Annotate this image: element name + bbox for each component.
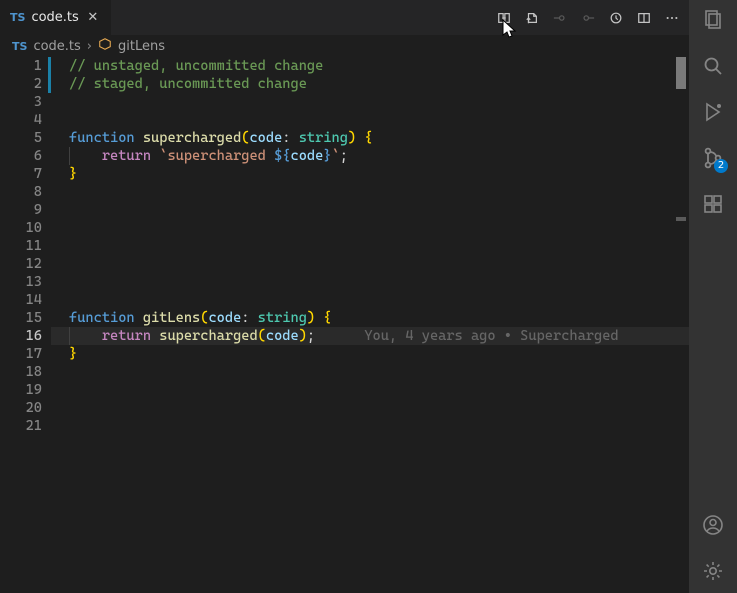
code-line[interactable]: // unstaged, uncommitted change [51, 57, 689, 75]
line-number: 2 [0, 75, 46, 93]
tab-bar: TS code.ts ✕ [0, 0, 689, 35]
chevron-right-icon: › [87, 39, 92, 54]
tab-label: code.ts [31, 10, 78, 25]
code-line[interactable] [51, 273, 689, 291]
line-number: 6 [0, 147, 46, 165]
line-number: 8 [0, 183, 46, 201]
gitlens-blame-annotation[interactable]: You, 4 years ago • Supercharged [364, 328, 618, 344]
code-line[interactable] [51, 111, 689, 129]
code-line[interactable]: return supercharged(code); You, 4 years … [51, 327, 689, 345]
breadcrumbs[interactable]: TS code.ts › gitLens [0, 35, 689, 57]
settings-gear-icon[interactable] [701, 559, 725, 583]
split-editor-icon[interactable] [637, 11, 651, 25]
breadcrumb-symbol[interactable]: gitLens [118, 39, 165, 54]
tabs: TS code.ts ✕ [0, 0, 112, 35]
code-line[interactable]: } [51, 345, 689, 363]
code-line[interactable] [51, 93, 689, 111]
file-changes-icon[interactable] [525, 11, 539, 25]
source-control-icon[interactable]: 2 [701, 146, 725, 170]
accounts-icon[interactable] [701, 513, 725, 537]
line-number: 4 [0, 111, 46, 129]
ts-file-icon: TS [12, 40, 27, 53]
ts-file-icon: TS [10, 11, 25, 24]
line-number: 11 [0, 237, 46, 255]
compare-icon[interactable] [497, 11, 511, 25]
code-line[interactable] [51, 201, 689, 219]
line-number: 20 [0, 399, 46, 417]
line-number: 9 [0, 201, 46, 219]
editor-content[interactable]: // unstaged, uncommitted change// staged… [51, 57, 689, 593]
close-icon[interactable]: ✕ [85, 10, 101, 25]
text-editor[interactable]: 123456789101112131415161718192021 // uns… [0, 57, 689, 593]
run-icon[interactable] [701, 100, 725, 124]
more-icon[interactable] [665, 11, 679, 25]
code-line[interactable] [51, 237, 689, 255]
code-line[interactable]: // staged, uncommitted change [51, 75, 689, 93]
code-line[interactable]: function gitLens(code: string) { [51, 309, 689, 327]
editor-group: TS code.ts ✕ [0, 0, 689, 593]
line-number: 16 [0, 327, 46, 345]
extensions-icon[interactable] [701, 192, 725, 216]
line-number: 15 [0, 309, 46, 327]
line-number: 10 [0, 219, 46, 237]
line-number: 12 [0, 255, 46, 273]
commit-prev-icon[interactable] [553, 11, 567, 25]
code-line[interactable] [51, 255, 689, 273]
code-line[interactable] [51, 363, 689, 381]
code-line[interactable]: return `supercharged ${code}`; [51, 147, 689, 165]
code-line[interactable] [51, 219, 689, 237]
line-number-gutter: 123456789101112131415161718192021 [0, 57, 48, 593]
code-line[interactable] [51, 381, 689, 399]
editor-toolbar [497, 0, 689, 35]
line-number: 18 [0, 363, 46, 381]
explorer-icon[interactable] [701, 8, 725, 32]
tab-code-ts[interactable]: TS code.ts ✕ [0, 0, 112, 35]
code-line[interactable] [51, 291, 689, 309]
line-number: 7 [0, 165, 46, 183]
breadcrumb-file[interactable]: code.ts [33, 39, 80, 54]
line-number: 13 [0, 273, 46, 291]
line-number: 3 [0, 93, 46, 111]
badge: 2 [714, 159, 728, 173]
code-line[interactable] [51, 183, 689, 201]
search-icon[interactable] [701, 54, 725, 78]
activity-bar: 2 [689, 0, 737, 593]
toggle-blame-icon[interactable] [609, 11, 623, 25]
line-number: 5 [0, 129, 46, 147]
code-line[interactable] [51, 399, 689, 417]
symbol-function-icon [98, 37, 112, 55]
line-number: 21 [0, 417, 46, 435]
commit-next-icon[interactable] [581, 11, 595, 25]
code-line[interactable] [51, 417, 689, 435]
line-number: 17 [0, 345, 46, 363]
code-line[interactable]: function supercharged(code: string) { [51, 129, 689, 147]
line-number: 1 [0, 57, 46, 75]
line-number: 14 [0, 291, 46, 309]
code-line[interactable]: } [51, 165, 689, 183]
line-number: 19 [0, 381, 46, 399]
